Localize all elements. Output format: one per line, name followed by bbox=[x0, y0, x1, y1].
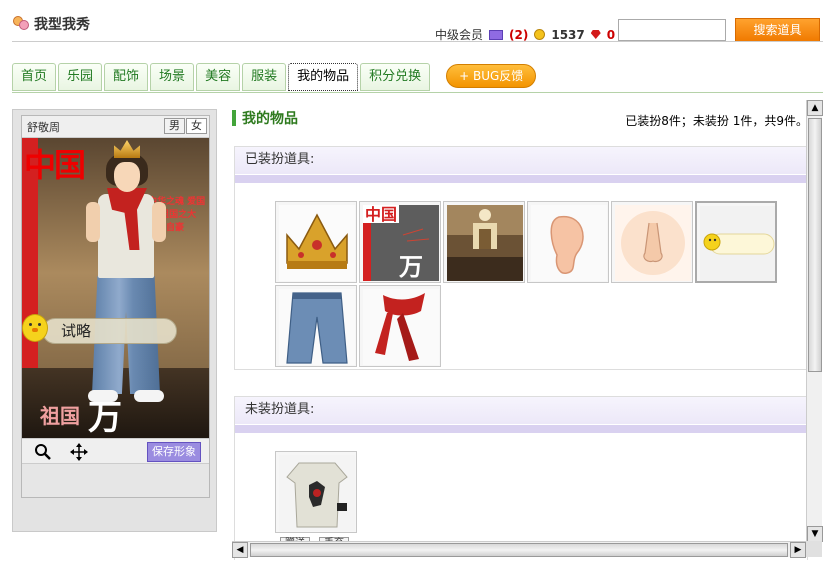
tab-home[interactable]: 首页 bbox=[12, 63, 57, 91]
crown-icon bbox=[279, 205, 355, 281]
avatar-right-shoe bbox=[134, 390, 164, 402]
item-chick-bubble[interactable] bbox=[695, 201, 777, 283]
avatar-header: 舒敬周 男 女 bbox=[22, 116, 209, 138]
avatar-left-arm bbox=[86, 202, 100, 242]
avatar-user-name: 舒敬周 bbox=[27, 120, 60, 134]
unequipped-section: 未装扮道具: bbox=[234, 396, 808, 560]
header: 我型我秀 中级会员 (2) 1537 0 搜索道具 bbox=[0, 0, 835, 44]
item-jeans[interactable] bbox=[275, 285, 357, 367]
jeans-icon bbox=[279, 289, 355, 365]
section-title: 我的物品 bbox=[232, 108, 298, 128]
couple-logo-icon bbox=[12, 15, 30, 33]
unequipped-header: 未装扮道具: bbox=[235, 397, 807, 425]
scroll-left-icon[interactable]: ◀ bbox=[232, 542, 248, 558]
unequipped-band bbox=[235, 425, 807, 433]
item-crown[interactable] bbox=[275, 201, 357, 283]
avatar-toolbar: 保存形象 bbox=[22, 438, 209, 464]
ear-icon bbox=[531, 205, 607, 281]
avatar-frame: 舒敬周 男 女 中国 中华之魂 爱国者 祖国之大 我为自豪 祖国 万 试略 保存… bbox=[21, 115, 210, 498]
avatar-crown bbox=[114, 140, 140, 158]
tab-points-exchange[interactable]: 积分兑换 bbox=[360, 63, 431, 91]
item-church-scene[interactable] bbox=[443, 201, 525, 283]
avatar-chat-bubble: 试略 bbox=[42, 318, 177, 344]
stage-wan-text: 万 bbox=[88, 398, 122, 438]
equipped-section: 已装扮道具: 中国 万 bbox=[234, 146, 808, 370]
page-title: 我型我秀 bbox=[34, 17, 90, 33]
vertical-scroll-thumb[interactable] bbox=[808, 118, 822, 372]
avatar-stage: 中国 中华之魂 爱国者 祖国之大 我为自豪 祖国 万 试略 bbox=[22, 138, 209, 438]
tab-accessories[interactable]: 配饰 bbox=[104, 63, 149, 91]
bug-feedback-button[interactable]: + BUG反馈 bbox=[446, 64, 537, 88]
gender-female-button[interactable]: 女 bbox=[186, 118, 207, 134]
tab-my-items[interactable]: 我的物品 bbox=[288, 63, 359, 91]
scroll-up-icon[interactable]: ▲ bbox=[807, 100, 823, 116]
equipped-header: 已装扮道具: bbox=[235, 147, 807, 175]
tab-beauty[interactable]: 美容 bbox=[196, 63, 241, 91]
equipped-item-grid: 中国 万 bbox=[275, 201, 777, 367]
nav-tabs: 首页 乐园 配饰 场景 美容 服装 我的物品 积分兑换 + BUG反馈 bbox=[12, 63, 537, 93]
vertical-scrollbar[interactable]: ▲ ▼ bbox=[806, 100, 823, 542]
tabs-divider bbox=[12, 92, 823, 93]
nose-icon bbox=[615, 205, 691, 281]
gem-icon bbox=[590, 30, 601, 39]
chick-icon bbox=[22, 310, 48, 344]
avatar-right-arm bbox=[152, 202, 166, 242]
svg-text:中国: 中国 bbox=[365, 205, 397, 224]
horizontal-scroll-thumb[interactable] bbox=[250, 543, 788, 557]
magnifier-icon[interactable] bbox=[34, 443, 52, 461]
equipped-band bbox=[235, 175, 807, 183]
graphic-tshirt-icon bbox=[279, 455, 355, 531]
avatar-panel: 舒敬周 男 女 中国 中华之魂 爱国者 祖国之大 我为自豪 祖国 万 试略 保存… bbox=[12, 109, 217, 532]
church-scene-icon bbox=[447, 205, 523, 281]
member-count[interactable]: (2) bbox=[509, 28, 528, 42]
avatar-face bbox=[114, 162, 140, 192]
scroll-down-icon[interactable]: ▼ bbox=[807, 526, 823, 542]
search-input[interactable] bbox=[618, 19, 726, 41]
item-nose[interactable] bbox=[611, 201, 693, 283]
move-arrows-icon[interactable] bbox=[70, 443, 88, 461]
avatar-panel-footer bbox=[22, 463, 209, 497]
unequipped-item-grid bbox=[275, 451, 777, 533]
logo: 我型我秀 bbox=[12, 14, 90, 34]
item-ear[interactable] bbox=[527, 201, 609, 283]
my-items-title: 我的物品 bbox=[242, 111, 298, 127]
item-china-background[interactable]: 中国 万 bbox=[359, 201, 441, 283]
gender-male-button[interactable]: 男 bbox=[164, 118, 185, 134]
chick-bubble-icon bbox=[700, 206, 775, 281]
china-background-icon: 中国 万 bbox=[363, 205, 439, 281]
item-graphic-tshirt[interactable] bbox=[275, 451, 357, 533]
coin-icon bbox=[534, 29, 546, 40]
title-accent-bar bbox=[232, 110, 236, 126]
search-button[interactable]: 搜索道具 bbox=[735, 18, 820, 42]
tab-scenes[interactable]: 场景 bbox=[150, 63, 195, 91]
save-look-button[interactable]: 保存形象 bbox=[147, 442, 201, 462]
item-red-scarf[interactable] bbox=[359, 285, 441, 367]
stage-homeland-text: 祖国 bbox=[40, 404, 80, 428]
tab-park[interactable]: 乐园 bbox=[58, 63, 103, 91]
header-divider bbox=[12, 41, 823, 42]
tab-clothing[interactable]: 服装 bbox=[242, 63, 287, 91]
coin-count: 1537 bbox=[551, 27, 585, 42]
horizontal-scrollbar[interactable]: ◀ ▶ bbox=[232, 541, 806, 558]
items-summary: 已装扮8件；未装扮 1件，共9件。 bbox=[625, 114, 808, 128]
my-items-content: 我的物品 已装扮8件；未装扮 1件，共9件。 已装扮道具: 中国 万 未装扮道具… bbox=[232, 100, 822, 560]
scrollbar-corner bbox=[806, 541, 822, 557]
red-scarf-icon bbox=[363, 289, 439, 365]
scroll-right-icon[interactable]: ▶ bbox=[790, 542, 806, 558]
svg-text:万: 万 bbox=[399, 252, 423, 281]
stage-china-text: 中国 bbox=[24, 146, 86, 184]
gem-count: 0 bbox=[606, 27, 616, 42]
member-badge-icon bbox=[489, 29, 504, 40]
